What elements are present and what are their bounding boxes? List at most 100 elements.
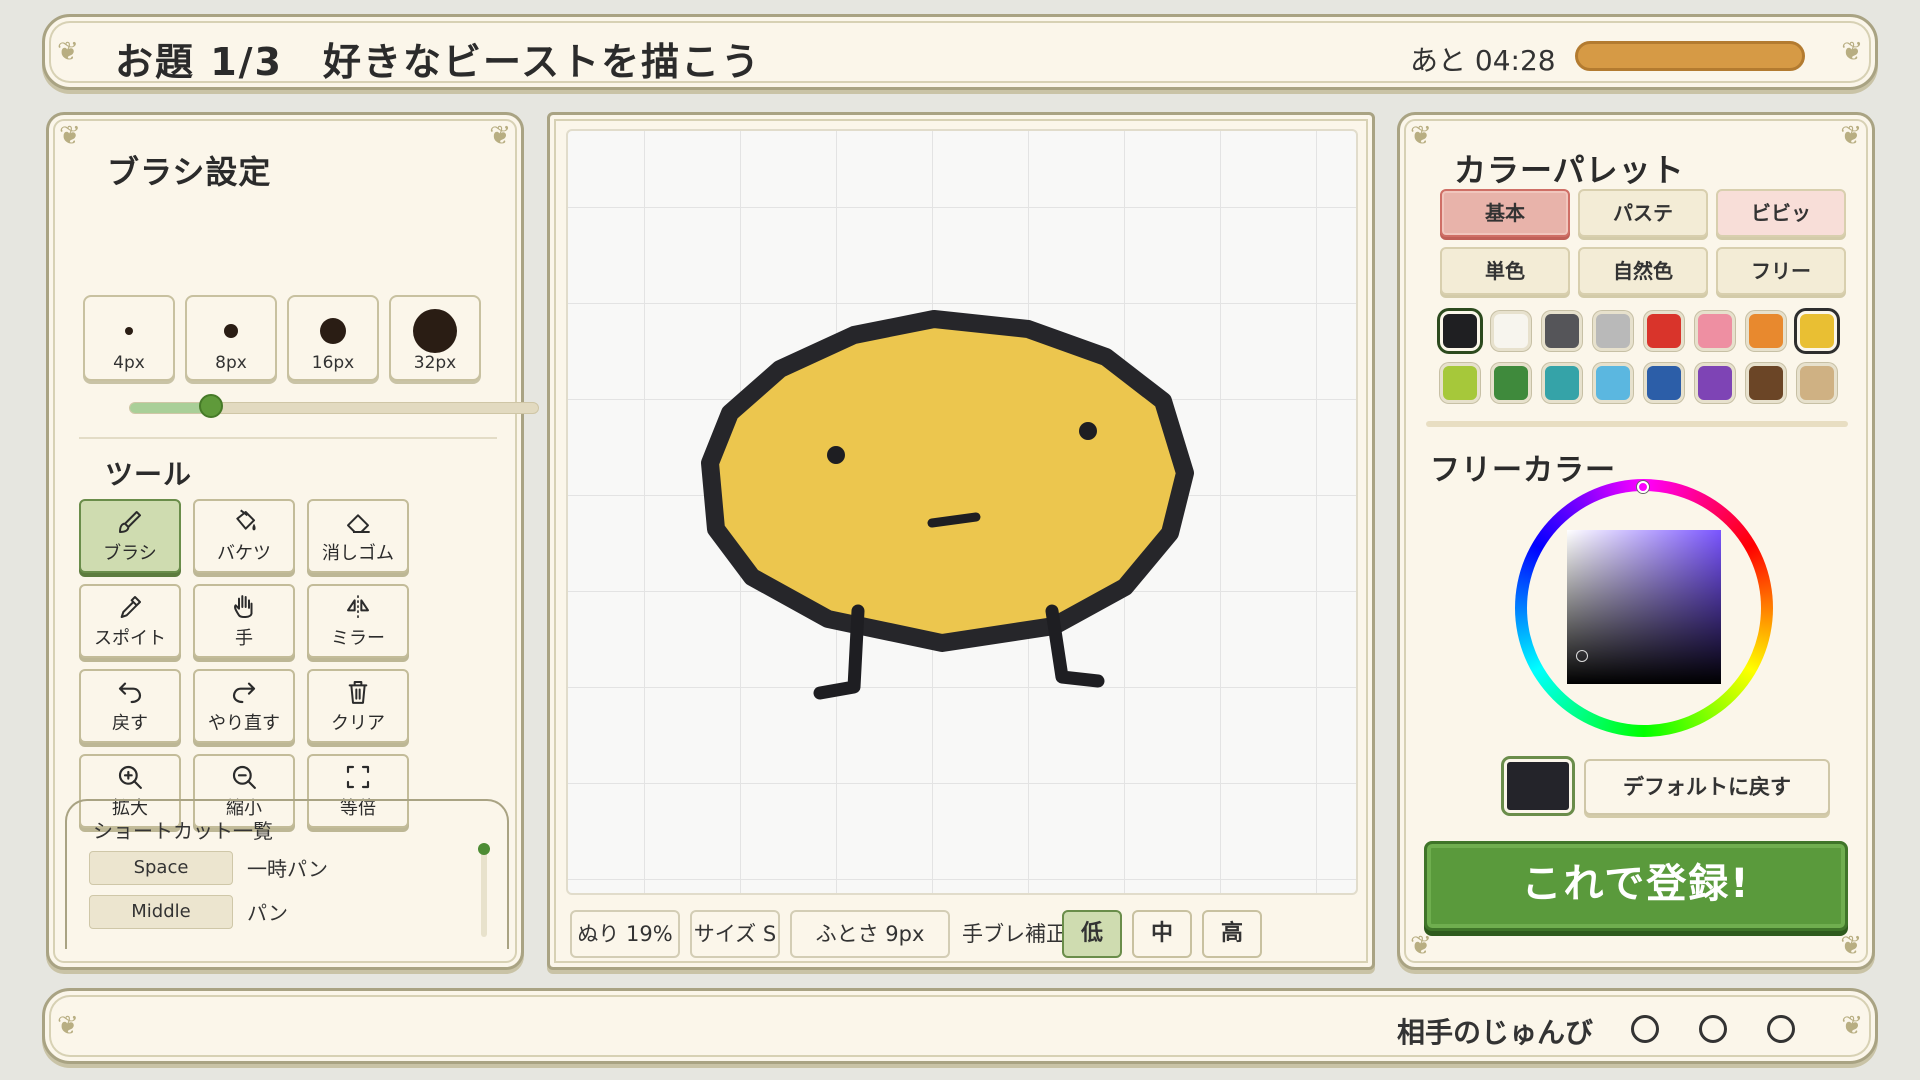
brush-size-slider[interactable] [129,402,539,414]
tool-undo-button[interactable]: 戻す [79,669,181,743]
leaf-ornament-icon: ❦ [59,121,81,151]
tool-mirror-button[interactable]: ミラー [307,584,409,658]
stabilizer-low[interactable]: 低 [1062,910,1122,958]
drawing-canvas[interactable] [566,129,1358,895]
tool-label: ミラー [331,628,385,649]
color-swatch[interactable] [1593,311,1633,351]
brush-size-4px[interactable]: 4px [83,295,175,381]
stabilizer-high[interactable]: 高 [1202,910,1262,958]
shortcut-scrollbar[interactable] [481,847,487,937]
ready-indicator [1699,1015,1727,1043]
top-bar: ❦ お題 1/3 好きなビーストを描こう あと 04:28 ❦ [42,14,1878,90]
eraser-icon [347,514,370,533]
leaf-ornament-icon: ❦ [489,121,511,151]
color-swatch[interactable] [1542,311,1582,351]
tool-label: スポイト [94,628,166,649]
palette-tab-free[interactable]: フリー [1716,247,1846,295]
color-swatch[interactable] [1797,311,1837,351]
palette-tab-basic[interactable]: 基本 [1440,189,1570,237]
stabilizer-medium[interactable]: 中 [1132,910,1192,958]
color-swatch[interactable] [1695,311,1735,351]
size-label: 32px [413,353,457,373]
canvas-panel: ぬり 19% サイズ S ふとさ 9px 手ブレ補正 低 中 高 [547,112,1375,970]
size-label: 16px [311,353,355,373]
redo-icon [232,682,256,704]
current-color-swatch [1504,759,1572,813]
tool-eyedropper-button[interactable]: スポイト [79,584,181,658]
free-color-title: フリーカラー [1430,453,1616,488]
eye [1079,422,1097,440]
leaf-ornament-icon: ❦ [57,1011,79,1041]
color-swatch[interactable] [1491,311,1531,351]
leaf-ornament-icon: ❦ [1410,121,1432,151]
color-swatch[interactable] [1644,311,1684,351]
color-swatch[interactable] [1695,363,1735,403]
color-swatch[interactable] [1542,363,1582,403]
tool-label: 戻す [112,713,148,734]
size-label: 8px [215,353,247,373]
tool-brush-button[interactable]: ブラシ [79,499,181,573]
opponent-ready-label: 相手のじゅんび [1397,1016,1594,1049]
bottom-bar: ❦ 相手のじゅんび ❦ [42,988,1878,1064]
color-swatch[interactable] [1797,363,1837,403]
bucket-icon [236,509,256,531]
trash-icon [348,681,368,704]
divider [1426,421,1848,427]
tool-hand-button[interactable]: 手 [193,584,295,658]
drawing-content [701,310,1194,700]
color-swatch[interactable] [1593,363,1633,403]
color-swatch[interactable] [1491,363,1531,403]
leaf-ornament-icon: ❦ [57,37,79,67]
tools-title: ツール [105,458,193,491]
color-swatch[interactable] [1746,311,1786,351]
eyedropper-icon [120,596,141,618]
color-swatch[interactable] [1440,363,1480,403]
mirror-icon [347,595,369,619]
ready-indicator [1767,1015,1795,1043]
brush-size-8px[interactable]: 8px [185,295,277,381]
tool-bucket-button[interactable]: バケツ [193,499,295,573]
brush-size-32px[interactable]: 32px [389,295,481,381]
tool-clear-button[interactable]: クリア [307,669,409,743]
ready-indicator [1631,1015,1659,1043]
shortcut-desc: パン [247,901,288,925]
tool-redo-button[interactable]: やり直す [193,669,295,743]
slider-handle[interactable] [199,394,223,418]
canvas-size: サイズ S [690,910,780,958]
tool-label: クリア [331,713,385,734]
color-swatch[interactable] [1440,311,1480,351]
timer-label: あと 04:28 [1410,44,1556,77]
tool-label: バケツ [217,543,271,564]
hue-marker[interactable] [1637,481,1649,493]
zoom-in-icon [118,765,142,789]
shortcut-key: Middle [89,895,233,929]
hand-icon [234,595,253,619]
fill-percent: ぬり 19% [570,910,680,958]
palette-title: カラーパレット [1454,151,1685,189]
palette-tab-mono[interactable]: 単色 [1440,247,1570,295]
reset-default-button[interactable]: デフォルトに戻す [1584,759,1830,815]
color-swatch[interactable] [1746,363,1786,403]
leaf-ornament-icon: ❦ [1841,1011,1863,1041]
palette-tab-vivid[interactable]: ビビッ [1716,189,1846,237]
palette-tab-natural[interactable]: 自然色 [1578,247,1708,295]
tool-eraser-button[interactable]: 消しゴム [307,499,409,573]
leaf-ornament-icon: ❦ [1840,931,1862,961]
shortcut-list: ショートカット一覧 Space 一時パン Middle パン [65,799,509,949]
palette-tab-pastel[interactable]: パステ [1578,189,1708,237]
tool-label: やり直す [208,713,280,734]
scrollbar-thumb[interactable] [478,843,490,855]
brush-size-16px[interactable]: 16px [287,295,379,381]
saturation-value-picker[interactable] [1567,530,1721,684]
left-panel: ❦ ❦ ブラシ設定 4px 8px 16px 32px ツール ブラシ バケツ 消し… [46,112,539,970]
submit-button[interactable]: これで登録! [1424,841,1848,931]
dot-icon [125,327,133,335]
leaf-ornament-icon: ❦ [1410,931,1432,961]
stabilizer-label: 手ブレ補正 [962,922,1067,946]
shortcut-title: ショートカット一覧 [93,819,273,843]
color-swatch[interactable] [1644,363,1684,403]
shortcut-key: Space [89,851,233,885]
sv-marker[interactable] [1576,650,1588,662]
eye [827,446,845,464]
size-label: 4px [113,353,145,373]
